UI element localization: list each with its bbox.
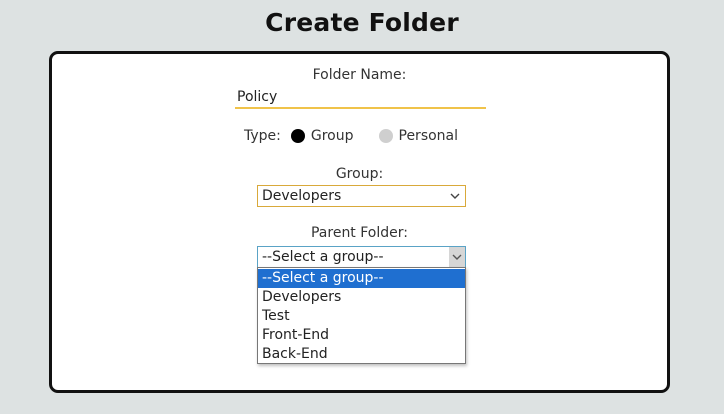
dropdown-option-developers[interactable]: Developers: [258, 288, 465, 307]
group-select[interactable]: Developers: [257, 185, 466, 207]
type-option-personal-label: Personal: [398, 128, 459, 144]
folder-name-label: Folder Name:: [312, 67, 407, 83]
parent-folder-dropdown-list: --Select a group-- Developers Test Front…: [257, 267, 466, 364]
dropdown-option-select-a-group[interactable]: --Select a group--: [258, 269, 465, 288]
type-option-group-label: Group: [310, 128, 354, 144]
page-title: Create Folder: [265, 8, 459, 37]
chevron-down-icon[interactable]: [449, 247, 465, 267]
type-radio-group: Type: Group Personal: [244, 126, 458, 146]
type-label: Type:: [244, 128, 281, 144]
dropdown-option-back-end[interactable]: Back-End: [258, 345, 465, 364]
radio-checked-icon[interactable]: [290, 129, 305, 143]
chevron-down-icon: [448, 188, 462, 204]
parent-folder-label: Parent Folder:: [310, 225, 408, 241]
type-option-group[interactable]: Group: [290, 128, 354, 144]
radio-unchecked-icon[interactable]: [378, 129, 393, 143]
group-label: Group:: [335, 166, 384, 182]
parent-folder-select-value: --Select a group--: [262, 249, 384, 265]
dropdown-option-front-end[interactable]: Front-End: [258, 326, 465, 345]
type-option-personal[interactable]: Personal: [378, 128, 459, 144]
folder-name-input[interactable]: [235, 87, 486, 109]
group-select-value: Developers: [262, 188, 342, 204]
parent-folder-select[interactable]: --Select a group--: [257, 246, 466, 268]
dropdown-option-test[interactable]: Test: [258, 307, 465, 326]
